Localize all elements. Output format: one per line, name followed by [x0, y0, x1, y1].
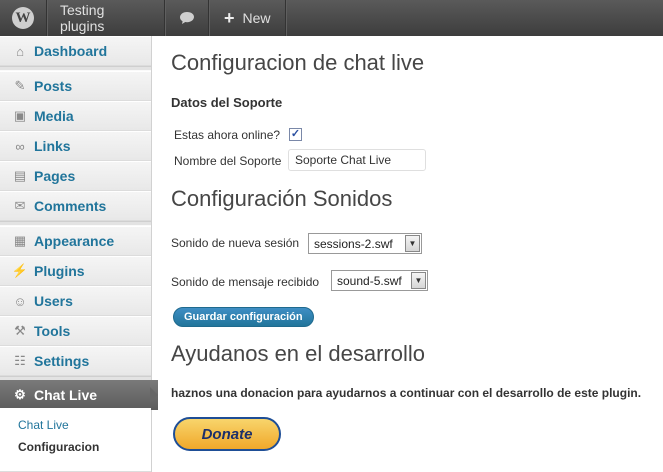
new-label: New	[242, 10, 271, 26]
message-sound-select[interactable]: sound-5.swf ▼	[331, 270, 428, 291]
menu-label: Plugins	[34, 263, 85, 279]
pin-icon: ✎	[14, 78, 26, 93]
online-label: Estas ahora online?	[174, 128, 281, 142]
donate-button[interactable]: Donate	[173, 417, 281, 451]
online-checkbox[interactable]: ✓	[289, 128, 302, 141]
menu-item-pages[interactable]: ▤ Pages	[0, 161, 151, 191]
tools-icon: ⚒	[14, 323, 26, 338]
menu-item-chat-live[interactable]: ⚙ Chat Live	[0, 380, 158, 410]
new-content-button[interactable]: + New	[209, 0, 286, 36]
message-sound-label: Sonido de mensaje recibido	[171, 275, 320, 289]
menu-label: Posts	[34, 78, 73, 94]
menu-item-media[interactable]: ▣ Media	[0, 101, 151, 131]
appearance-icon: ▦	[13, 233, 27, 248]
sounds-title: Configuración Sonidos	[171, 186, 393, 211]
menu-item-tools[interactable]: ⚒ Tools	[0, 316, 151, 346]
page-title: Configuracion de chat live	[171, 50, 425, 75]
menu-label: Users	[34, 293, 73, 309]
menu-label: Dashboard	[34, 43, 108, 59]
save-settings-button[interactable]: Guardar configuración	[173, 307, 314, 327]
new-session-sound-label: Sonido de nueva sesión	[171, 236, 300, 250]
menu-item-comments[interactable]: ✉ Comments	[0, 191, 151, 221]
support-name-input[interactable]	[288, 149, 426, 171]
dashboard-icon: ⌂	[16, 43, 24, 59]
menu-item-dashboard[interactable]: ⌂ Dashboard	[0, 36, 151, 66]
help-title: Ayudanos en el desarrollo	[171, 341, 425, 366]
plus-icon: +	[224, 7, 235, 28]
comment-icon: ✉	[14, 198, 26, 213]
wordpress-logo-button[interactable]: W	[0, 0, 47, 36]
support-name-label: Nombre del Soporte	[174, 154, 282, 168]
menu-item-plugins[interactable]: ⚡ Plugins	[0, 256, 151, 286]
menu-label: Links	[34, 138, 71, 154]
chevron-down-icon[interactable]: ▼	[411, 272, 426, 289]
menu-item-users[interactable]: ☺ Users	[0, 286, 151, 316]
menu-label: Comments	[34, 198, 107, 214]
comment-bubble-icon	[180, 12, 194, 24]
media-icon: ▣	[13, 108, 27, 123]
menu-item-links[interactable]: ∞ Links	[0, 131, 151, 161]
section-support-heading: Datos del Soporte	[171, 95, 283, 110]
settings-icon: ☷	[14, 353, 26, 368]
submenu-item-chat-live[interactable]: Chat Live	[0, 414, 151, 436]
menu-item-posts[interactable]: ✎ Posts	[0, 71, 151, 101]
donate-label: Donate	[201, 425, 253, 443]
wordpress-logo-icon: W	[12, 7, 34, 29]
new-session-sound-select[interactable]: sessions-2.swf ▼	[308, 233, 422, 254]
help-text: haznos una donacion para ayudarnos a con…	[171, 386, 642, 400]
select-value: sessions-2.swf	[314, 236, 393, 251]
menu-label: Chat Live	[34, 387, 98, 403]
admin-bar: W Testing plugins + New	[0, 0, 663, 36]
chat-live-submenu: Chat Live Configuracion	[0, 408, 151, 472]
link-icon: ∞	[15, 138, 25, 154]
select-value: sound-5.swf	[337, 273, 402, 288]
submenu-item-configuracion[interactable]: Configuracion	[0, 436, 151, 458]
gear-icon: ⚙	[14, 387, 26, 402]
admin-sidebar: ⌂ Dashboard ✎ Posts ▣ Media ∞ Links ▤ Pa…	[0, 36, 158, 472]
menu-item-settings[interactable]: ☷ Settings	[0, 346, 151, 376]
chevron-down-icon[interactable]: ▼	[405, 235, 420, 252]
menu-label: Media	[34, 108, 74, 124]
site-name-link[interactable]: Testing plugins	[47, 0, 165, 36]
menu-label: Pages	[34, 168, 76, 184]
plugins-icon: ⚡	[11, 263, 29, 278]
menu-label: Tools	[34, 323, 71, 339]
users-icon: ☺	[13, 293, 27, 309]
menu-label: Settings	[34, 353, 90, 369]
admin-bar-spacer	[285, 0, 663, 36]
menu-item-appearance[interactable]: ▦ Appearance	[0, 226, 151, 256]
pages-icon: ▤	[13, 168, 27, 183]
comments-button[interactable]	[165, 0, 209, 36]
menu-label: Appearance	[34, 233, 115, 249]
